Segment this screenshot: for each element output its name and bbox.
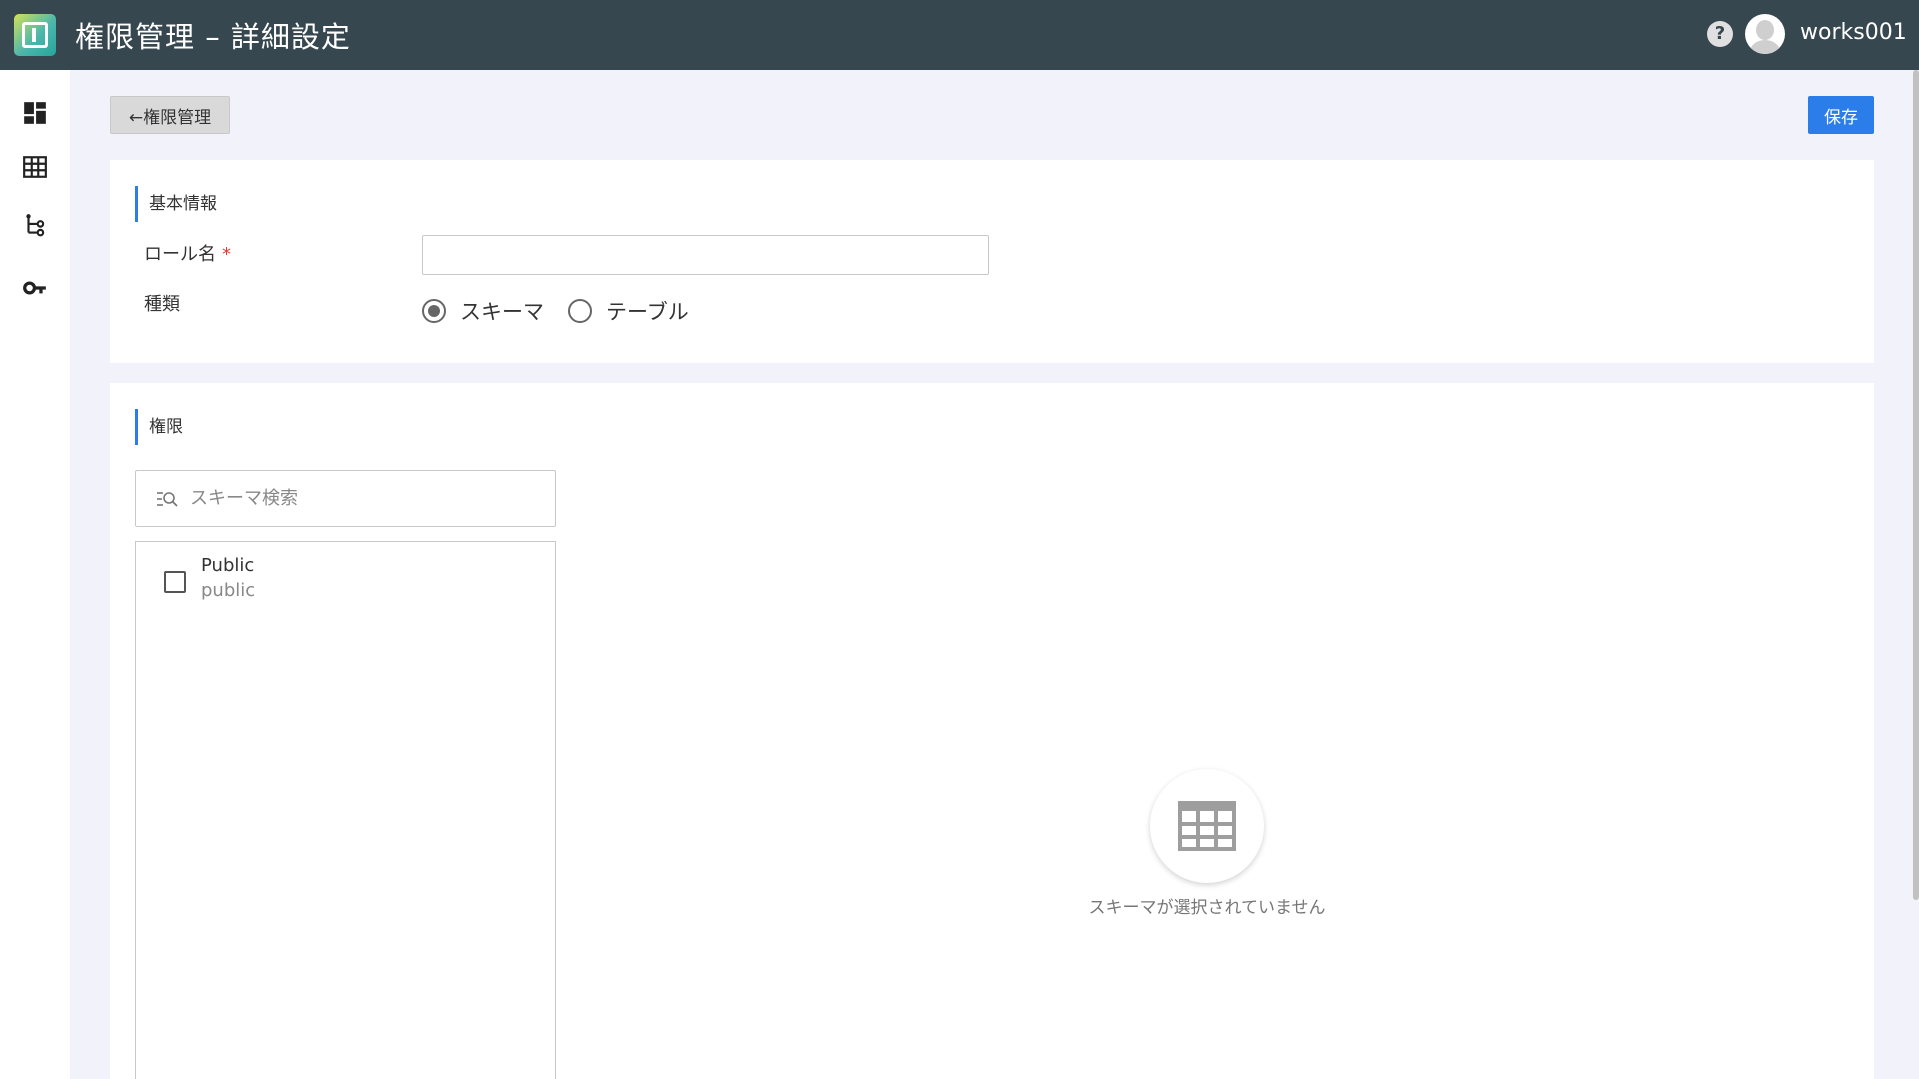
table-grid-icon — [1178, 801, 1236, 851]
permissions-card: 権限 Public public スキーマが選択されていません — [110, 383, 1874, 1079]
top-bar: 権限管理 – 詳細設定 ? works001 — [0, 0, 1919, 70]
table-icon[interactable] — [22, 154, 48, 180]
section-title-permissions: 権限 — [135, 409, 183, 445]
schema-name: Public — [201, 555, 255, 576]
required-mark: * — [222, 244, 231, 265]
avatar[interactable] — [1745, 14, 1785, 54]
radio-schema-circle[interactable] — [422, 299, 446, 323]
schema-identifier: public — [201, 580, 256, 601]
back-button[interactable]: ←権限管理 — [110, 96, 230, 134]
radio-table-label: テーブル — [606, 300, 689, 324]
section-title-basic: 基本情報 — [135, 186, 217, 222]
schema-checkbox[interactable] — [164, 571, 186, 593]
role-name-label-text: ロール名 — [144, 244, 216, 265]
schema-search-box[interactable] — [135, 470, 556, 527]
help-icon[interactable]: ? — [1707, 21, 1733, 47]
page-scrollbar[interactable] — [1913, 70, 1919, 900]
list-item[interactable]: Public public — [136, 552, 555, 608]
search-icon — [157, 491, 178, 507]
role-name-label: ロール名 * — [144, 240, 231, 266]
basic-info-card: 基本情報 ロール名 * 種類 スキーマ テーブル — [110, 160, 1874, 363]
page-title: 権限管理 – 詳細設定 — [75, 20, 351, 54]
radio-table-circle[interactable] — [568, 299, 592, 323]
username[interactable]: works001 — [1800, 20, 1907, 45]
empty-state-message: スキーマが選択されていません — [1088, 898, 1326, 918]
schema-search-input[interactable] — [190, 488, 530, 509]
app-logo[interactable] — [14, 14, 56, 56]
key-icon[interactable] — [22, 275, 48, 301]
tree-icon[interactable] — [22, 212, 48, 238]
type-label: 種類 — [144, 294, 180, 315]
save-button[interactable]: 保存 — [1808, 96, 1874, 134]
radio-table[interactable]: テーブル — [568, 296, 689, 326]
radio-schema-label: スキーマ — [460, 300, 544, 324]
role-name-input[interactable] — [422, 235, 989, 275]
sidebar — [0, 70, 70, 1079]
empty-state-badge — [1150, 769, 1264, 883]
radio-schema[interactable]: スキーマ — [422, 296, 544, 326]
schema-list: Public public — [135, 541, 556, 1079]
dashboard-icon[interactable] — [22, 100, 48, 126]
